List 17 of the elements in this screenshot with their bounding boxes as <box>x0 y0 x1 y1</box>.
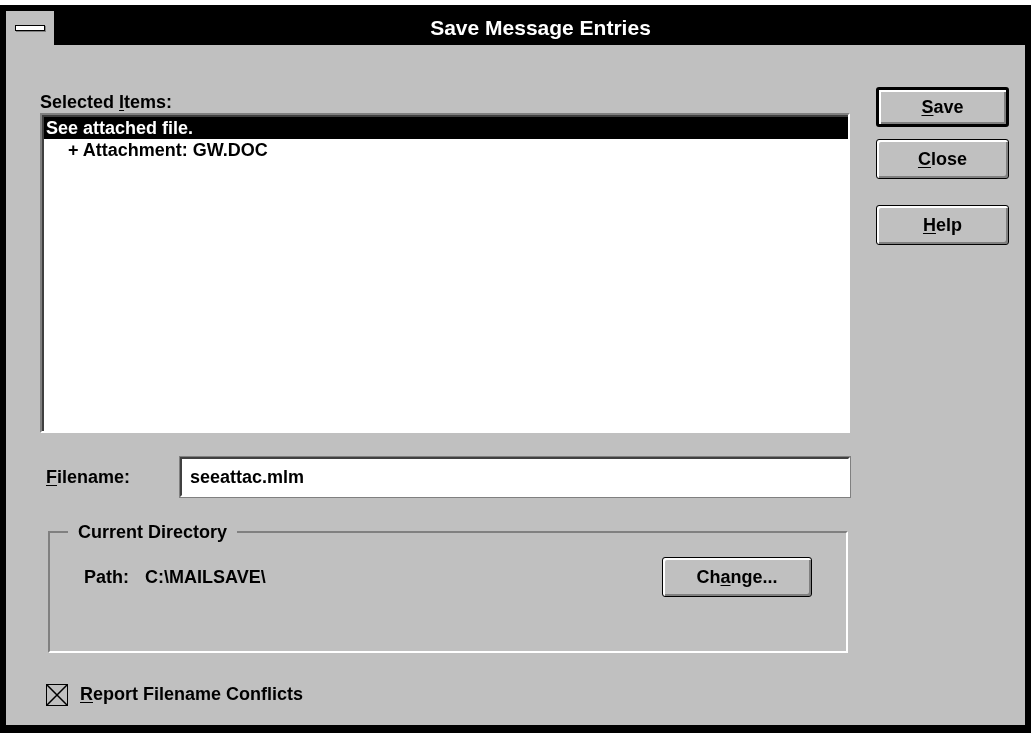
list-item[interactable]: See attached file. <box>44 117 848 139</box>
checkbox-label: Report Filename Conflicts <box>80 683 304 706</box>
system-menu-button[interactable] <box>6 11 56 45</box>
filename-label: Filename: <box>46 465 132 489</box>
path-value: C:\MAILSAVE\ <box>145 565 266 589</box>
checkbox[interactable] <box>46 683 68 706</box>
selected-items-list[interactable]: See attached file. + Attachment: GW.DOC <box>40 113 850 433</box>
filename-field[interactable]: seeattac.mlm <box>180 457 850 497</box>
cross-mark-icon <box>47 684 67 705</box>
dialog-button[interactable]: Help <box>876 205 1009 245</box>
dialog-button[interactable]: Save <box>876 87 1009 127</box>
change-button[interactable]: Change... <box>662 557 812 597</box>
dash-icon <box>15 25 45 31</box>
path-label: Path: <box>84 565 129 589</box>
dialog-button[interactable]: Close <box>876 139 1009 179</box>
list-label: Selected Items: <box>40 91 174 113</box>
window-title: Save Message Entries <box>430 15 651 42</box>
